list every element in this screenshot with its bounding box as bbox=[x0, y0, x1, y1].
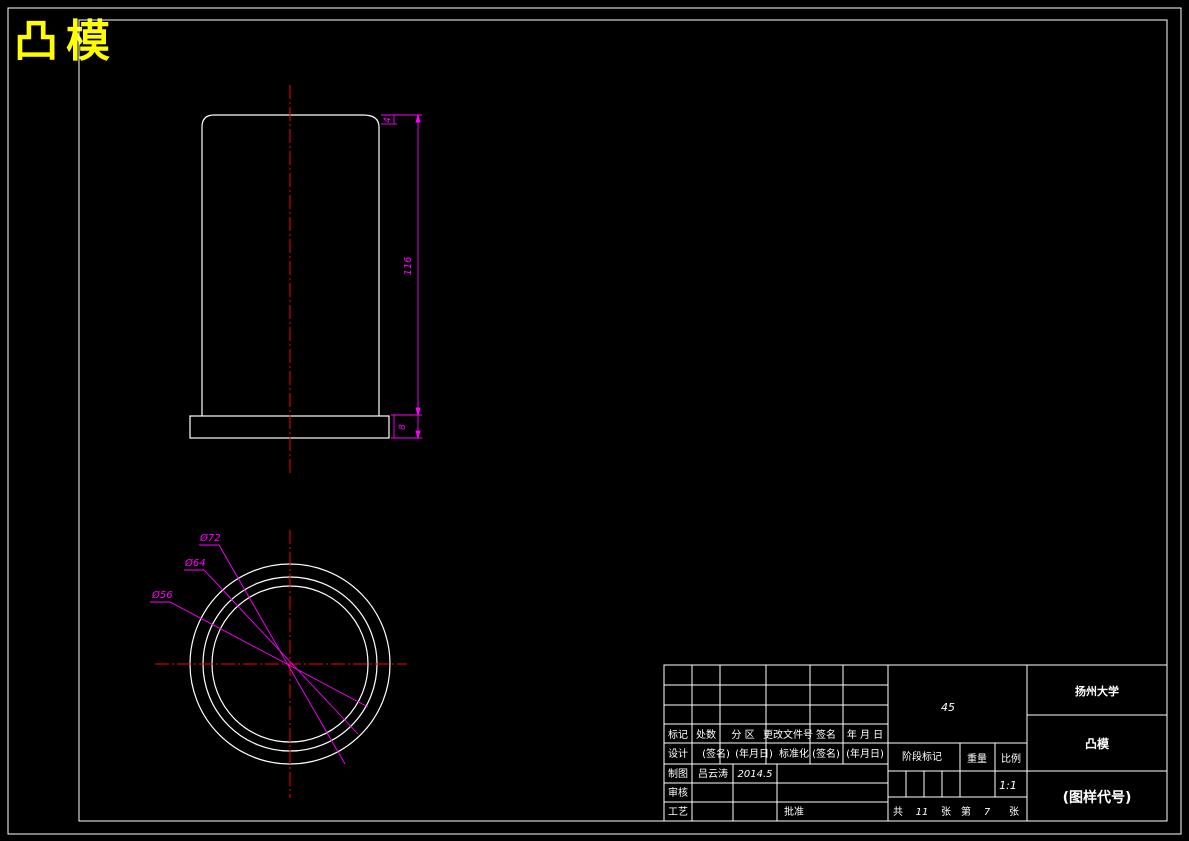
drawing-code: (图样代号) bbox=[1063, 789, 1132, 806]
scale-value: 1:1 bbox=[999, 779, 1017, 792]
row-process: 工艺 bbox=[668, 806, 688, 818]
total-label: 共 bbox=[893, 806, 903, 818]
dim-flange-8: 8 bbox=[398, 424, 408, 430]
stage-mark-label: 阶段标记 bbox=[902, 750, 942, 763]
front-view-dimensions bbox=[381, 113, 422, 440]
header-date: 年 月 日 bbox=[847, 728, 883, 741]
inner-border bbox=[78, 19, 1168, 822]
dim-dia-64: Ø64 bbox=[184, 557, 206, 569]
page-label: 第 bbox=[961, 805, 971, 818]
page-value: 7 bbox=[984, 807, 991, 818]
header-count: 处数 bbox=[696, 728, 716, 741]
dim-dia-56: Ø56 bbox=[151, 589, 173, 601]
row-design-sig: (签名) bbox=[702, 747, 730, 760]
header-change-doc: 更改文件号 bbox=[763, 728, 813, 741]
sheet-label: 张 bbox=[941, 806, 951, 818]
dim-dia-72: Ø72 bbox=[199, 532, 221, 544]
row-standardize: 标准化 bbox=[779, 747, 809, 760]
row-draw: 制图 bbox=[668, 767, 688, 780]
header-signature: 签名 bbox=[816, 728, 836, 741]
row-std-sig: (签名) bbox=[812, 747, 840, 760]
total-value: 11 bbox=[916, 807, 929, 818]
row-draw-date: 2014.5 bbox=[738, 769, 773, 780]
part-name: 凸模 bbox=[1085, 736, 1110, 751]
weight-label: 重量 bbox=[967, 752, 987, 765]
row-review: 审核 bbox=[668, 786, 688, 799]
cad-drawing-canvas: 116 4 8 Ø72 Ø64 Ø56 45 扬州大学 凸模 (图样代号) 标记… bbox=[7, 7, 1182, 835]
header-zone: 分 区 bbox=[731, 729, 754, 741]
scale-label: 比例 bbox=[1001, 752, 1021, 765]
dim-top-4: 4 bbox=[383, 117, 393, 123]
school-name: 扬州大学 bbox=[1075, 684, 1119, 698]
page-unit: 张 bbox=[1009, 806, 1019, 818]
outer-border bbox=[7, 7, 1182, 835]
material-value: 45 bbox=[941, 701, 955, 714]
top-view-dimensions bbox=[150, 544, 369, 765]
row-design-date: (年月日) bbox=[735, 747, 773, 760]
row-design: 设计 bbox=[668, 747, 688, 760]
row-approve: 批准 bbox=[784, 805, 804, 818]
row-drawer: 吕云涛 bbox=[698, 767, 728, 780]
header-mark: 标记 bbox=[668, 729, 688, 741]
dim-height-116: 116 bbox=[403, 256, 414, 275]
row-std-date: (年月日) bbox=[846, 747, 884, 760]
